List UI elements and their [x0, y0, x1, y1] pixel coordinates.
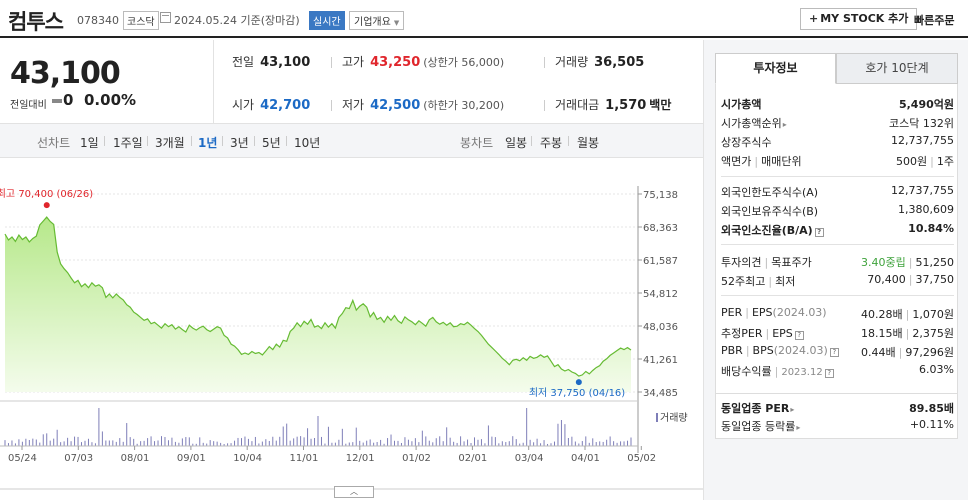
low-price: 저가 42,500 (하한가 30,200) [342, 98, 505, 113]
help-icon[interactable]: ? [829, 348, 839, 357]
shares-row: 상장주식수 12,737,755 [721, 134, 954, 149]
high-price: 고가 43,250 (상한가 56,000) [342, 55, 505, 70]
tab-orderbook[interactable]: 호가 10단계 [836, 53, 958, 84]
quote-date: 2024.05.24 기준(장마감) [174, 14, 300, 27]
caret-right-icon: ▸ [790, 405, 795, 414]
tab-daily[interactable]: 일봉 [505, 134, 527, 151]
line-chart-label: 선차트 [37, 136, 71, 150]
period-tabs: 선차트 1일 1주일 3개월 1년 3년 5년 10년 봉차트 일봉 주봉 월봉 [0, 124, 703, 158]
stock-name: 컴투스 [8, 10, 64, 34]
foreign-rate-row: 외국인소진율(B/A)? 10.84% [721, 222, 954, 237]
tab-1w[interactable]: 1주일 [113, 134, 143, 151]
est-per-row: 추정PER | EPS? 18.15배 | 2,375원 [721, 327, 954, 340]
price-chart-svg[interactable]: 75,138 68,363 61,587 54,812 48,036 41,261 34,4… [0, 158, 703, 500]
tab-monthly[interactable]: 월봉 [577, 134, 599, 151]
sector-box: 동일업종 PER▸ 89.85배 동일업종 등락률▸ +0.11% [715, 393, 958, 439]
x-tick-label: 01/02 [402, 453, 431, 464]
current-price: 43,100 [10, 56, 121, 91]
calendar-icon [160, 12, 171, 23]
tab-3m[interactable]: 3개월 [155, 134, 185, 151]
volume: 거래량 36,505 [555, 55, 645, 70]
tab-investment-info[interactable]: 투자정보 [715, 53, 836, 84]
low-annotation: 최저 37,750 (04/16) [529, 387, 625, 399]
prev-close: 전일 43,100 [232, 55, 311, 70]
info-tabs: 투자정보 호가 10단계 [715, 53, 958, 84]
tab-weekly[interactable]: 주봉 [540, 134, 562, 151]
y-tick-label: 54,812 [643, 289, 678, 300]
x-tick-label: 05/02 [627, 453, 656, 464]
low-marker [575, 379, 582, 386]
y-tick-label: 61,587 [643, 256, 678, 267]
help-icon[interactable]: ? [824, 369, 834, 378]
opinion-row: 투자의견 | 목표주가 3.40중립 | 51,250 [721, 256, 954, 269]
trade-amount: 거래대금 1,570 백만 [555, 98, 672, 113]
chevron-down-icon: ▼ [393, 19, 400, 27]
price-chart[interactable]: 75,138 68,363 61,587 54,812 48,036 41,261 34,4… [0, 158, 703, 500]
tab-5y[interactable]: 5년 [262, 134, 281, 151]
x-tick-label: 09/01 [177, 453, 206, 464]
x-tick-label: 03/04 [515, 453, 544, 464]
x-tick-label: 02/01 [458, 453, 487, 464]
foreign-limit-row: 외국인한도주식수(A) 12,737,755 [721, 184, 954, 199]
chevron-up-icon: ︿ [350, 487, 358, 496]
tab-10y[interactable]: 10년 [294, 134, 320, 151]
info-table: 시가총액 5,490억원 시가총액순위▸ 코스닥 132위 상장주식수 12,737,… [715, 84, 958, 438]
y-tick-label: 48,036 [643, 322, 678, 333]
x-tick-label: 08/01 [121, 453, 150, 464]
per-row: PER | EPS(2024.03) 40.28배 | 1,070원 [721, 306, 954, 321]
foreign-hold-row: 외국인보유주식수(B) 1,380,609 [721, 203, 954, 218]
add-mystock-button[interactable]: + MY STOCK 추가 [800, 8, 918, 30]
stock-code: 078340 [77, 14, 119, 27]
y-tick-label: 41,261 [643, 355, 678, 366]
market-badge: 코스닥 [123, 11, 159, 30]
pbr-row: PBR | BPS(2024.03)? 0.44배 | 97,296원 [721, 344, 954, 359]
candle-chart-label: 봉차트 [460, 136, 494, 150]
caret-right-icon: ▸ [796, 423, 801, 432]
caret-right-icon: ▸ [782, 120, 787, 129]
par-value-row: 액면가 | 매매단위 500원 | 1주 [721, 155, 954, 168]
help-icon[interactable]: ? [814, 228, 824, 237]
open-price: 시가 42,700 [232, 98, 311, 113]
volume-legend: 거래량 [656, 409, 688, 424]
y-tick-label: 68,363 [643, 223, 678, 234]
plus-icon: + [809, 12, 819, 25]
stock-header: 컴투스 078340 코스닥 2024.05.24 기준(장마감) 실시간 기업… [0, 0, 968, 38]
change-label: 전일대비 [10, 100, 47, 111]
market-cap-rank-row[interactable]: 시가총액순위▸ 코스닥 132위 [721, 115, 954, 133]
high-annotation: 최고 70,400 (06/26) [0, 188, 93, 200]
tab-1y[interactable]: 1년 [198, 134, 217, 151]
sector-change-row[interactable]: 동일업종 등락률▸ +0.11% [721, 418, 954, 436]
collapse-chart-button[interactable]: ︿ [334, 486, 374, 498]
x-tick-label: 12/01 [346, 453, 375, 464]
x-tick-label: 04/01 [571, 453, 600, 464]
x-tick-label: 11/01 [290, 453, 319, 464]
company-overview-dropdown[interactable]: 기업개요 ▼ [349, 11, 405, 30]
dividend-row: 배당수익률 | 2023.12? 6.03% [721, 363, 954, 378]
high-marker [43, 202, 50, 209]
price-area [5, 217, 631, 392]
unchanged-icon [52, 99, 62, 103]
y-tick-label: 34,485 [643, 388, 678, 399]
x-tick-label: 07/03 [64, 453, 93, 464]
tab-3y[interactable]: 3년 [230, 134, 249, 151]
tab-1d[interactable]: 1일 [80, 134, 99, 151]
price-summary: 43,100 전일대비 0 0.00% 전일 43,100 고가 43,250 (상한… [0, 40, 703, 124]
quick-order-button[interactable]: 빠른주문 [914, 12, 954, 28]
sector-per-row[interactable]: 동일업종 PER▸ 89.85배 [721, 400, 954, 418]
investment-info-panel: 투자정보 호가 10단계 시가총액 5,490억원 시가총액순위▸ 코스닥 132위… [703, 40, 968, 500]
market-cap-row: 시가총액 5,490억원 [721, 98, 954, 111]
change-rate: 0.00% [84, 91, 137, 109]
realtime-button[interactable]: 실시간 [309, 11, 345, 30]
help-icon[interactable]: ? [794, 331, 804, 340]
week52-row: 52주최고 | 최저 70,400 | 37,750 [721, 273, 954, 288]
change-value: 0 [63, 91, 74, 109]
y-tick-label: 75,138 [643, 190, 678, 201]
x-tick-label: 10/04 [233, 453, 262, 464]
x-tick-label: 05/24 [8, 453, 37, 464]
